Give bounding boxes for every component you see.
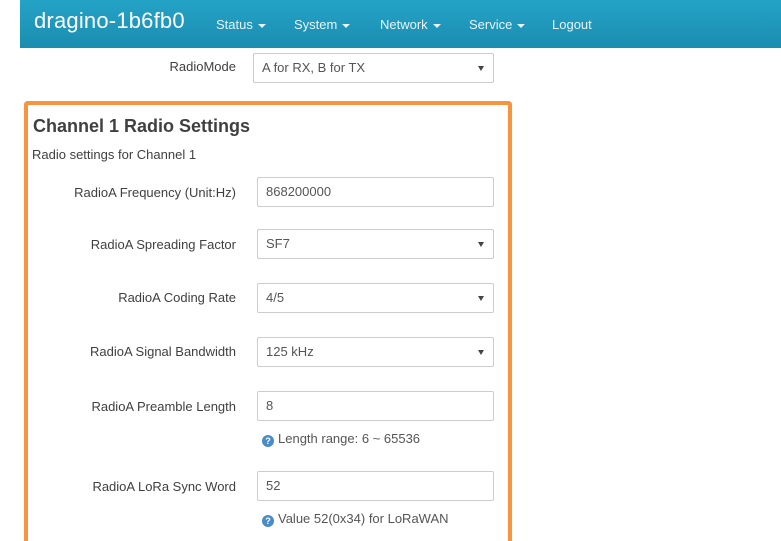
frequency-label: RadioA Frequency (Unit:Hz) xyxy=(74,185,236,200)
spreading-factor-select[interactable]: SF7 xyxy=(257,229,494,259)
menu-network[interactable]: Network xyxy=(380,17,441,32)
radio-mode-label: RadioMode xyxy=(169,59,237,74)
menu-status[interactable]: Status xyxy=(216,17,266,32)
chevron-down-icon xyxy=(257,23,266,28)
bandwidth-label: RadioA Signal Bandwidth xyxy=(90,344,236,359)
frequency-input[interactable]: 868200000 xyxy=(257,177,494,207)
spreading-factor-label: RadioA Spreading Factor xyxy=(90,237,236,252)
chevron-down-icon xyxy=(432,23,441,28)
preamble-hint-text: Length range: 6 ~ 65536 xyxy=(278,431,421,446)
coding-rate-select[interactable]: 4/5 xyxy=(257,283,494,313)
menu-status-label: Status xyxy=(216,17,253,32)
top-navbar: dragino-1b6fb0 Status System Network Ser… xyxy=(20,0,781,48)
spreading-factor-value: SF7 xyxy=(266,236,290,251)
sync-word-input[interactable]: 52 xyxy=(257,471,494,501)
menu-service-label: Service xyxy=(469,17,513,32)
bandwidth-value: 125 kHz xyxy=(266,344,314,359)
radio-mode-value: A for RX, B for TX xyxy=(262,60,366,75)
chevron-down-icon xyxy=(517,23,526,28)
caret-down-icon xyxy=(478,242,484,247)
sync-word-hint: ? Value 52(0x34) for LoRaWAN xyxy=(262,511,449,527)
preamble-input[interactable]: 8 xyxy=(257,391,494,421)
menu-system-label: System xyxy=(294,17,338,32)
logout-link[interactable]: Logout xyxy=(552,17,592,32)
menu-system[interactable]: System xyxy=(294,17,351,32)
menu-network-label: Network xyxy=(380,17,428,32)
caret-down-icon xyxy=(478,296,484,301)
sync-word-hint-text: Value 52(0x34) for LoRaWAN xyxy=(278,511,449,526)
caret-down-icon xyxy=(478,350,484,355)
sync-word-label: RadioA LoRa Sync Word xyxy=(92,479,236,494)
section-description: Radio settings for Channel 1 xyxy=(32,147,197,162)
preamble-hint: ? Length range: 6 ~ 65536 xyxy=(262,431,420,447)
question-circle-icon: ? xyxy=(262,515,274,527)
frequency-value: 868200000 xyxy=(266,184,332,199)
brand-title[interactable]: dragino-1b6fb0 xyxy=(34,8,185,34)
radio-mode-select[interactable]: A for RX, B for TX xyxy=(253,53,494,83)
preamble-label: RadioA Preamble Length xyxy=(91,399,236,414)
sync-word-value: 52 xyxy=(266,478,281,493)
question-circle-icon: ? xyxy=(262,435,274,447)
coding-rate-value: 4/5 xyxy=(266,290,285,305)
coding-rate-label: RadioA Coding Rate xyxy=(118,290,236,305)
caret-down-icon xyxy=(478,66,484,71)
section-title: Channel 1 Radio Settings xyxy=(33,116,251,136)
preamble-value: 8 xyxy=(266,398,274,413)
bandwidth-select[interactable]: 125 kHz xyxy=(257,337,494,367)
menu-service[interactable]: Service xyxy=(469,17,526,32)
chevron-down-icon xyxy=(342,23,351,28)
